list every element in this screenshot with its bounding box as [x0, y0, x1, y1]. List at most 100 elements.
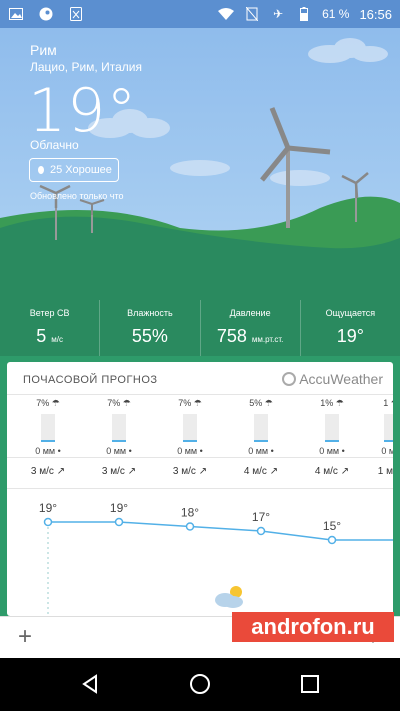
hour-wind: 4 м/с ↗ [243, 466, 279, 477]
hour-wind: 1 м ↗ [377, 466, 393, 477]
add-location-button[interactable]: + [18, 623, 32, 651]
precip-bar [112, 414, 126, 442]
region-name: Лацио, Рим, Италия [30, 60, 142, 74]
precip-bar [254, 414, 268, 442]
umbrella-icon: ☂ [193, 398, 202, 408]
city-name[interactable]: Рим [30, 42, 57, 58]
current-temperature: 19° [28, 76, 138, 146]
umbrella-icon: ☂ [391, 398, 393, 408]
precip-probability: 1 ☂ [368, 398, 393, 410]
drop-icon [38, 166, 44, 174]
hour-wind: 4 м/с ↗ [314, 466, 350, 477]
stat-value: 55% [131, 326, 168, 346]
hour-column: 7% ☂ 0 мм • [167, 398, 213, 456]
drop-icon: • [128, 446, 132, 456]
partly-cloudy-icon [215, 586, 243, 608]
recent-apps-icon[interactable] [298, 672, 322, 696]
temperature-line [48, 521, 393, 541]
wind-direction-icon: ↗ [56, 466, 66, 477]
watermark: androfon.ru [232, 612, 394, 642]
image-icon [8, 6, 24, 22]
wifi-icon [218, 6, 235, 22]
stat-value: 19° [336, 326, 364, 346]
umbrella-icon: ☂ [335, 398, 344, 408]
drop-icon: • [57, 446, 61, 456]
wind-direction-icon: ↗ [340, 466, 350, 477]
weather-stats: Ветер СВ 5 м/с Влажность 55% Давление 75… [0, 300, 400, 356]
air-quality-value: 25 Хорошее [50, 164, 112, 176]
status-bar: ✈ 61 % 16:56 [0, 0, 400, 28]
precip-probability: 7% ☂ [178, 398, 202, 408]
precip-probability: 5% ☂ [249, 398, 273, 408]
stat-value: 5 м/с [36, 326, 63, 346]
stat-humidity: Влажность 55% [100, 300, 201, 356]
updated-time: Обновлено только что [30, 191, 124, 201]
accuweather-logo[interactable]: AccuWeather [282, 371, 383, 387]
temperature-label: 17° [252, 510, 270, 524]
steam-icon [38, 6, 54, 22]
hourly-forecast-card[interactable]: ПОЧАСОВОЙ ПРОГНОЗ AccuWeather 7% ☂ 0 мм •… [7, 362, 393, 616]
precip-amount: 0 мм • [319, 446, 345, 456]
hourly-title: ПОЧАСОВОЙ ПРОГНОЗ [23, 374, 158, 386]
weather-condition: Облачно [30, 138, 79, 152]
sim-icon [68, 6, 84, 22]
precip-amount: 0 м • [381, 446, 393, 456]
hour-column: 7% ☂ 0 мм • [25, 398, 71, 456]
battery-percent: 61 % [322, 7, 350, 21]
back-icon[interactable] [78, 672, 102, 696]
divider [7, 457, 393, 458]
precip-amount: 0 мм • [177, 446, 203, 456]
precip-bar [183, 414, 197, 442]
drop-icon: • [341, 446, 345, 456]
precip-probability: 1% ☂ [320, 398, 344, 408]
home-icon[interactable] [188, 672, 212, 696]
temperature-label: 19° [110, 501, 128, 515]
umbrella-icon: ☂ [51, 398, 60, 408]
temperature-point [256, 526, 266, 536]
stat-value: 758 мм.рт.ст. [216, 326, 284, 346]
divider [7, 394, 393, 395]
precip-amount: 0 мм • [248, 446, 274, 456]
hourly-temperature-chart: 19° 19° 18° 17° 15° [39, 501, 393, 616]
hour-column: 1% ☂ 0 мм • [309, 398, 355, 456]
weather-hero: Рим Лацио, Рим, Италия 19° Облачно 25 Хо… [0, 28, 400, 356]
temperature-point [185, 522, 195, 531]
wind-direction-icon: ↗ [198, 466, 208, 477]
temperature-label: 15° [323, 519, 341, 533]
temperature-point [327, 535, 337, 545]
sun-logo-icon [282, 372, 297, 386]
temperature-label: 18° [181, 506, 199, 520]
stat-wind: Ветер СВ 5 м/с [0, 300, 101, 356]
hour-column: 1 ☂ 0 м • [368, 398, 393, 456]
no-sim-icon [244, 6, 260, 22]
precip-bar [41, 414, 55, 442]
divider [7, 488, 393, 489]
stat-label: Ветер СВ [29, 308, 70, 318]
hour-column: 5% ☂ 0 мм • [238, 398, 284, 456]
hour-wind: 3 м/с ↗ [101, 466, 137, 477]
air-quality-badge[interactable]: 25 Хорошее [29, 158, 119, 182]
airplane-icon: ✈ [273, 7, 284, 21]
temperature-point [43, 517, 53, 527]
stat-label: Влажность [127, 308, 173, 318]
precip-probability: 7% ☂ [36, 398, 60, 408]
precip-amount: 0 мм • [35, 446, 61, 456]
wind-direction-icon: ↗ [127, 466, 137, 477]
precip-amount: 0 мм • [106, 446, 132, 456]
wind-direction-icon: ↗ [269, 466, 279, 477]
stat-label: Ощущается [325, 308, 376, 318]
temperature-point [114, 517, 124, 527]
stat-label: Давление [229, 308, 271, 318]
temperature-label: 19° [39, 501, 57, 515]
hour-wind: 3 м/с ↗ [172, 466, 208, 477]
umbrella-icon: ☂ [264, 398, 273, 408]
precip-bar [325, 414, 339, 442]
navigation-bar [0, 658, 400, 711]
stat-feels-like: Ощущается 19° [301, 300, 400, 356]
precip-bar [384, 414, 393, 442]
hour-wind: 3 м/с ↗ [30, 466, 66, 477]
stat-pressure: Давление 758 мм.рт.ст. [201, 300, 301, 356]
hour-column: 7% ☂ 0 мм • [96, 398, 142, 456]
battery-icon [296, 6, 312, 22]
drop-icon: • [199, 446, 203, 456]
